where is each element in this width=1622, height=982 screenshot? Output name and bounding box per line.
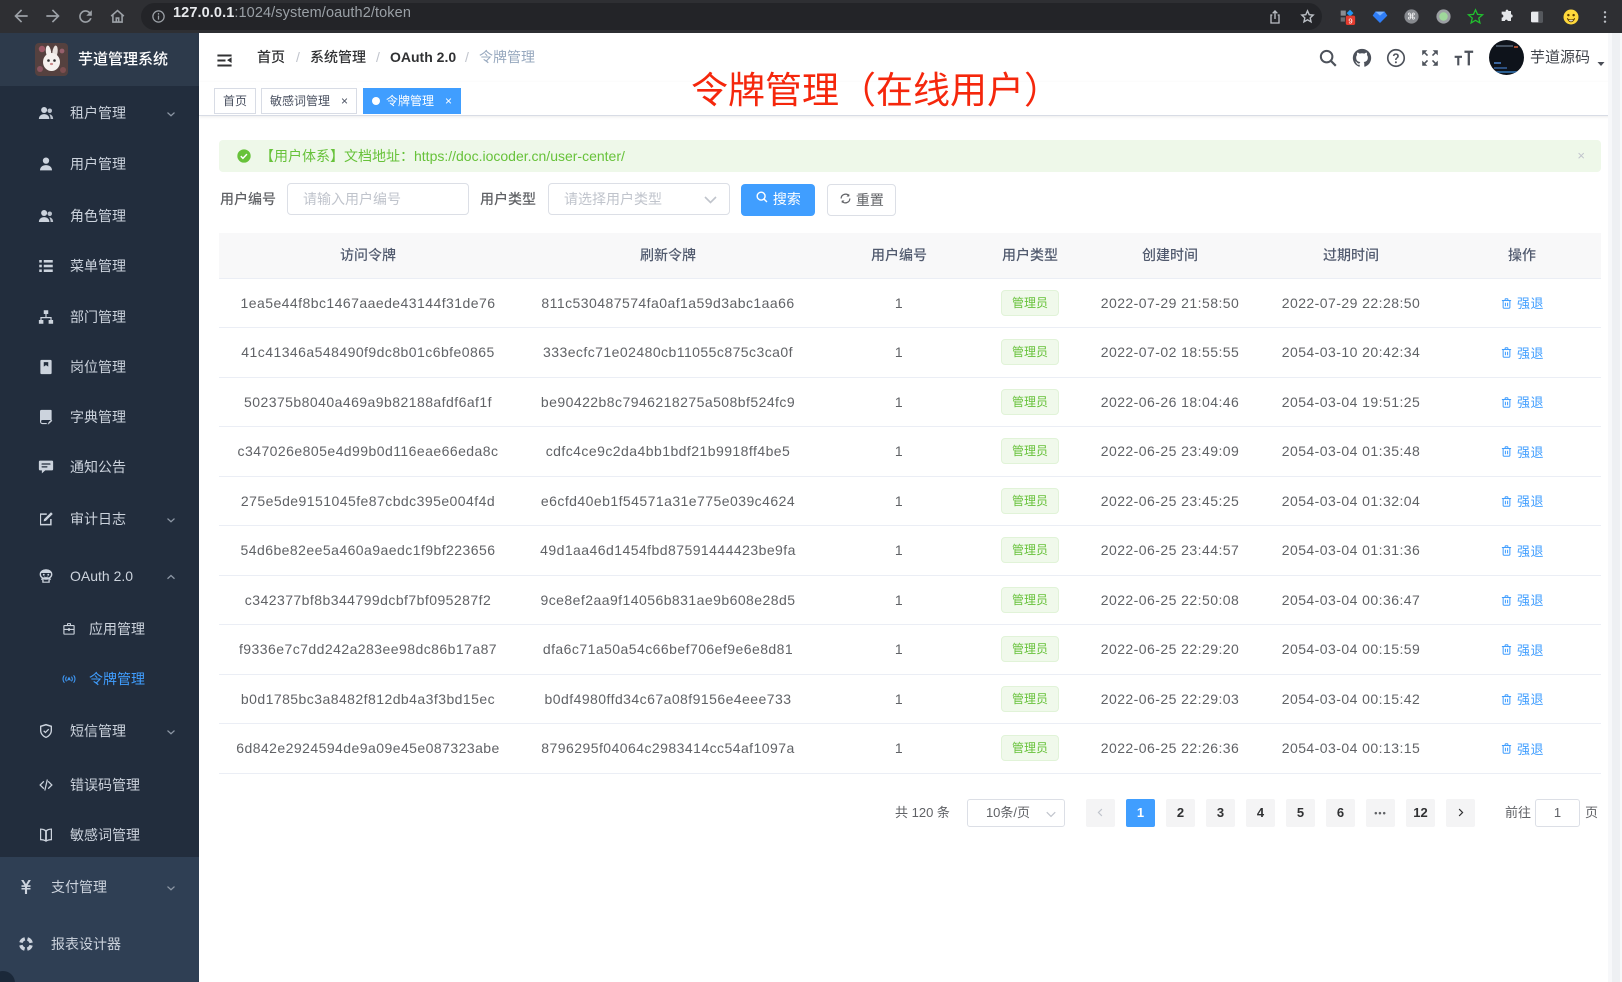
svg-text:⌘: ⌘: [1407, 12, 1416, 22]
svg-text:9: 9: [1348, 16, 1352, 25]
